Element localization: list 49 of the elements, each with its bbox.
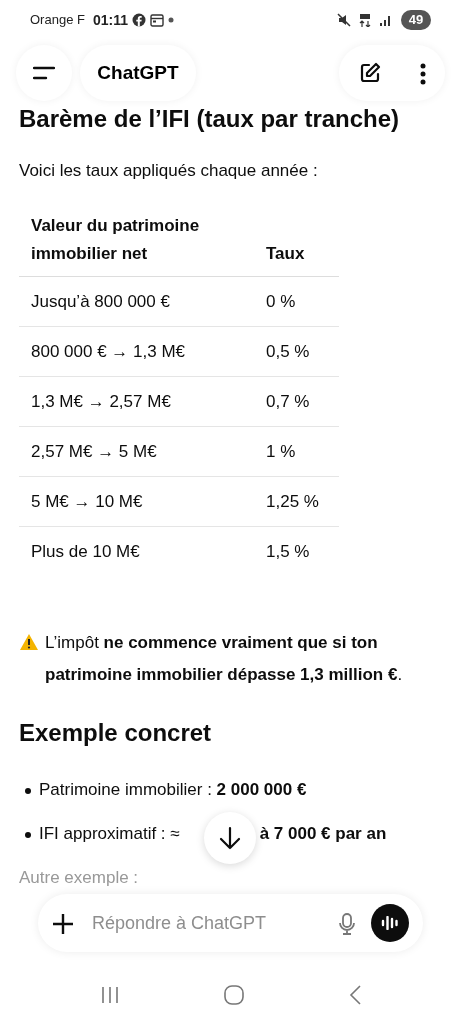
warning-text: L’impôt ne commence vraiment que si ton patrimoine immobilier dépasse 1,3 million €. [45,631,404,686]
warning-icon [19,632,39,651]
dot-icon [167,17,174,23]
table-cell: Jusqu’à 800 000 € [19,276,254,327]
table-cell: 5 M€ → 10 M€ [19,476,254,527]
table-cell: 0,7 % [254,376,339,427]
battery-indicator: 49 [401,10,431,30]
column-header: Taux [254,204,339,277]
carrier-name: Orange F [30,11,85,30]
microphone-button[interactable] [339,911,355,935]
scroll-down-button[interactable] [204,812,256,864]
microphone-icon [339,912,355,935]
section-heading: Barème de l’IFI (taux par tranche) [19,104,401,134]
facebook-icon [131,13,146,27]
signal-icon [379,13,393,27]
voice-mode-button[interactable] [371,904,409,942]
list-item-text: Patrimoine immobilier : 2 000 000 € [39,778,307,801]
menu-icon [33,66,55,80]
bullet-icon [25,831,31,838]
back-icon[interactable] [348,984,361,1005]
mute-icon [337,13,351,27]
table-cell: 800 000 € → 1,3 M€ [19,326,254,377]
table-cell: Plus de 10 M€ [19,526,254,577]
intro-text: Voici les taux appliqués chaque année : [19,160,319,182]
faded-text: Autre exemple : [19,866,140,889]
calendar-icon [149,13,164,27]
subheading: Exemple concret [19,717,213,748]
table-cell: 0,5 % [254,326,339,377]
table-cell: 1,3 M€ → 2,57 M€ [19,376,254,427]
more-icon [420,62,426,85]
mobile-data-icon [359,13,371,27]
table-cell: 1,5 % [254,526,339,577]
table-cell: 1 % [254,426,339,477]
message-input[interactable]: Répondre à ChatGPT [90,908,323,938]
column-header: Valeur du patrimoine immobilier net [19,204,254,277]
add-button[interactable] [52,911,74,935]
clock: 01:11 [92,10,128,30]
arrow-down-icon [219,826,241,850]
model-title-button[interactable]: ChatGPT [80,45,196,101]
waveform-icon [381,916,399,930]
table-cell: 1,25 % [254,476,339,527]
table-cell: 0 % [254,276,339,327]
plus-icon [52,912,74,935]
home-icon[interactable] [223,984,244,1005]
list-item-text: IFI approximatif : ≈ [39,822,180,845]
bullet-icon [25,787,31,794]
list-item-text: à 7 000 € par an [259,822,387,845]
table-cell: 2,57 M€ → 5 M€ [19,426,254,477]
recent-apps-icon[interactable] [100,985,119,1004]
